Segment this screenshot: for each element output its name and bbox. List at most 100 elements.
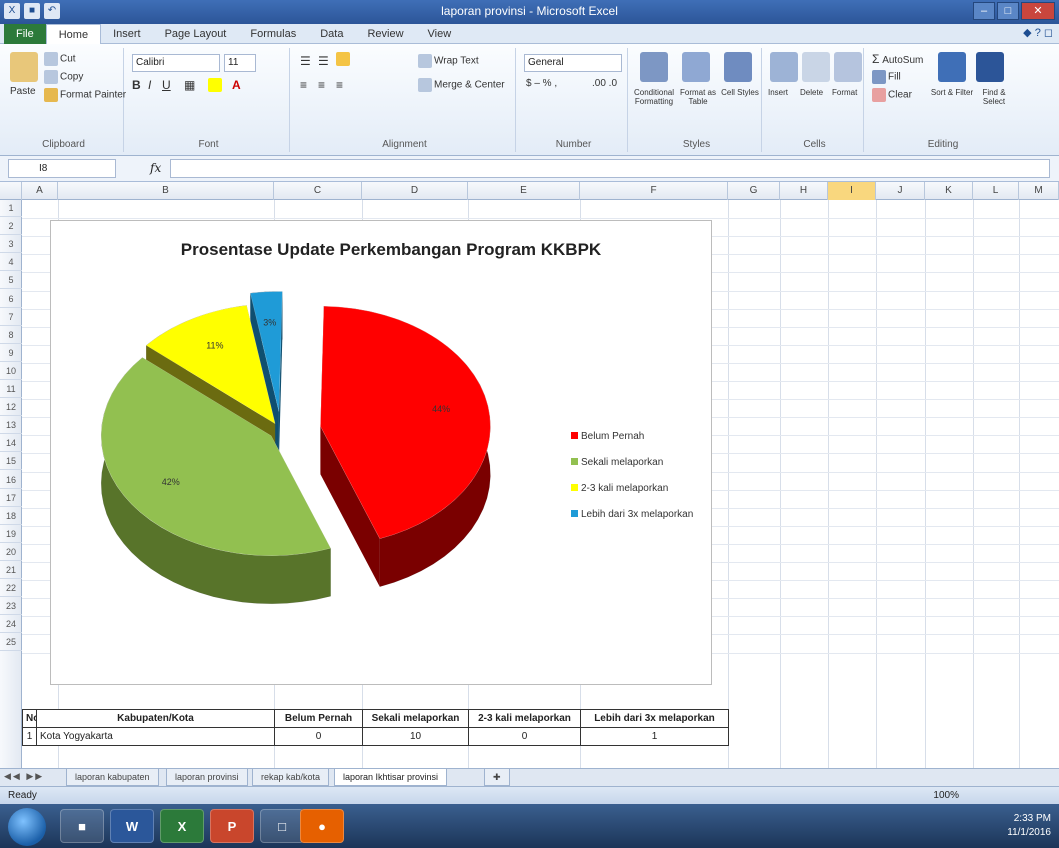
column-header-l[interactable]: L: [973, 182, 1019, 200]
folder-taskbar-icon[interactable]: □: [260, 809, 304, 843]
clear-button[interactable]: Clear: [872, 88, 912, 102]
word-taskbar-icon[interactable]: W: [110, 809, 154, 843]
pie-chart[interactable]: Prosentase Update Perkembangan Program K…: [50, 220, 712, 685]
column-header-g[interactable]: G: [728, 182, 780, 200]
column-header-d[interactable]: D: [362, 182, 468, 200]
row-header-19[interactable]: 19: [0, 526, 22, 543]
sheet-nav-arrows[interactable]: ◀◀ ▶▶: [4, 771, 44, 782]
powerpoint-taskbar-icon[interactable]: P: [210, 809, 254, 843]
insert-button[interactable]: Insert: [768, 88, 788, 97]
row-header-23[interactable]: 23: [0, 598, 22, 616]
column-header-b[interactable]: B: [58, 182, 274, 200]
find-select-button[interactable]: Find & Select: [972, 88, 1016, 106]
format-as-table-icon[interactable]: [682, 52, 710, 82]
paste-button[interactable]: Paste: [10, 86, 36, 97]
tab-file[interactable]: File: [4, 23, 46, 44]
column-header-f[interactable]: F: [580, 182, 728, 200]
align-left-button[interactable]: ≡: [300, 78, 307, 92]
column-header-h[interactable]: H: [780, 182, 828, 200]
new-sheet-icon[interactable]: ✚: [484, 769, 510, 786]
format-button[interactable]: Format: [832, 88, 857, 97]
font-name-select[interactable]: Calibri: [132, 54, 220, 72]
excel-taskbar-icon[interactable]: X: [160, 809, 204, 843]
table-cell[interactable]: 0: [468, 727, 581, 746]
column-header-i[interactable]: I: [828, 182, 876, 200]
table-cell[interactable]: 0: [274, 727, 363, 746]
row-header-14[interactable]: 14: [0, 435, 22, 453]
row-header-25[interactable]: 25: [0, 634, 22, 652]
conditional-formatting-button[interactable]: Conditional Formatting: [632, 88, 676, 106]
format-as-table-button[interactable]: Format as Table: [676, 88, 720, 106]
start-button[interactable]: [8, 808, 46, 846]
worksheet-grid[interactable]: ABCDEFGHIJKLM 1 2 3 4 5 6 7 8 9 10 11 12 13 14 15 16 17 1…: [0, 182, 1059, 768]
tab-page-layout[interactable]: Page Layout: [153, 24, 239, 44]
column-header-j[interactable]: J: [876, 182, 925, 200]
fill-button[interactable]: Fill: [872, 70, 901, 84]
align-top-button[interactable]: ☰: [300, 54, 311, 68]
column-header-e[interactable]: E: [468, 182, 580, 200]
table-header-cell[interactable]: 2-3 kali melaporkan: [468, 709, 581, 728]
font-size-select[interactable]: 11: [224, 54, 256, 72]
row-header-15[interactable]: 15: [0, 453, 22, 471]
row-header-24[interactable]: 24: [0, 616, 22, 634]
column-header-a[interactable]: A: [22, 182, 58, 200]
sort-filter-icon[interactable]: [938, 52, 966, 82]
table-cell[interactable]: 1: [580, 727, 729, 746]
insert-cells-icon[interactable]: [770, 52, 798, 82]
row-header-20[interactable]: 20: [0, 544, 22, 561]
row-header-11[interactable]: 11: [0, 381, 22, 398]
row-header-5[interactable]: 5: [0, 272, 22, 290]
tab-review[interactable]: Review: [355, 24, 415, 44]
cell-styles-icon[interactable]: [724, 52, 752, 82]
row-header-17[interactable]: 17: [0, 490, 22, 507]
column-header-k[interactable]: K: [925, 182, 973, 200]
underline-button[interactable]: U: [162, 78, 171, 92]
row-header-8[interactable]: 8: [0, 327, 22, 344]
close-button[interactable]: ✕: [1021, 2, 1055, 20]
row-header-9[interactable]: 9: [0, 345, 22, 362]
italic-button[interactable]: I: [148, 78, 151, 92]
tab-data[interactable]: Data: [308, 24, 355, 44]
copy-button[interactable]: Copy: [44, 70, 83, 84]
row-header-1[interactable]: 1: [0, 200, 22, 217]
table-header-cell[interactable]: No: [22, 709, 37, 728]
format-painter-button[interactable]: Format Painter: [44, 88, 126, 102]
borders-button[interactable]: ▦: [184, 78, 195, 92]
fill-color-button[interactable]: [208, 78, 224, 92]
delete-cells-icon[interactable]: [802, 52, 830, 82]
format-cells-icon[interactable]: [834, 52, 862, 82]
table-header-cell[interactable]: Belum Pernah: [274, 709, 363, 728]
find-select-icon[interactable]: [976, 52, 1004, 82]
row-header-13[interactable]: 13: [0, 417, 22, 435]
tab-formulas[interactable]: Formulas: [238, 24, 308, 44]
cut-button[interactable]: Cut: [44, 52, 76, 66]
decimal-button[interactable]: .00 .0: [592, 78, 617, 89]
tab-insert[interactable]: Insert: [101, 24, 153, 44]
row-header-21[interactable]: 21: [0, 562, 22, 579]
row-header-18[interactable]: 18: [0, 508, 22, 525]
row-header-3[interactable]: 3: [0, 236, 22, 254]
paste-icon[interactable]: [10, 52, 38, 82]
align-center-button[interactable]: ≡: [318, 78, 325, 92]
table-header-cell[interactable]: Lebih dari 3x melaporkan: [580, 709, 729, 728]
table-header-cell[interactable]: Kabupaten/Kota: [36, 709, 275, 728]
maximize-button[interactable]: □: [997, 2, 1019, 20]
tab-view[interactable]: View: [416, 24, 464, 44]
align-right-button[interactable]: ≡: [336, 78, 343, 92]
font-color-button[interactable]: A: [232, 78, 241, 92]
sheet-tab-4[interactable]: laporan Ikhtisar provinsi: [334, 769, 448, 786]
name-box[interactable]: I8: [8, 159, 116, 178]
row-header-2[interactable]: 2: [0, 218, 22, 236]
merge-center-button[interactable]: Merge & Center: [418, 78, 505, 92]
row-header-16[interactable]: 16: [0, 472, 22, 489]
table-header-cell[interactable]: Sekali melaporkan: [362, 709, 469, 728]
table-cell[interactable]: Kota Yogyakarta: [36, 727, 275, 746]
number-format-select[interactable]: General: [524, 54, 622, 72]
align-bottom-button[interactable]: [336, 52, 352, 66]
conditional-formatting-icon[interactable]: [640, 52, 668, 82]
explorer-taskbar-icon[interactable]: ■: [60, 809, 104, 843]
wrap-text-button[interactable]: Wrap Text: [418, 54, 479, 68]
firefox-taskbar-icon[interactable]: ●: [300, 809, 344, 843]
minimize-button[interactable]: –: [973, 2, 995, 20]
help-icon[interactable]: ◆ ? ◻: [1023, 26, 1053, 39]
